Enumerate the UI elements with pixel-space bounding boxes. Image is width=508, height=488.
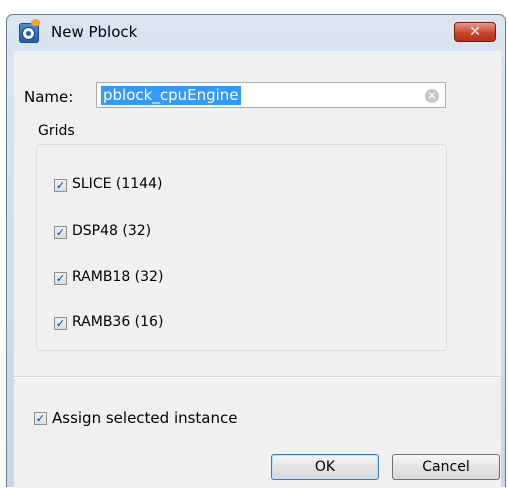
ramb36-checkbox[interactable]: ✓ <box>54 317 67 330</box>
assign-instance-checkbox[interactable]: ✓ <box>34 412 47 425</box>
assign-instance-label[interactable]: Assign selected instance <box>52 409 238 427</box>
checkmark-icon: ✓ <box>55 179 66 192</box>
separator <box>14 376 501 378</box>
dsp48-checkbox[interactable]: ✓ <box>54 226 67 239</box>
slice-checkbox-label[interactable]: SLICE (1144) <box>72 176 162 192</box>
name-input-value: pblock_cpuEngine <box>101 86 241 105</box>
dialog-title: New Pblock <box>51 23 138 41</box>
dsp48-checkbox-label[interactable]: DSP48 (32) <box>72 223 151 239</box>
new-pblock-dialog: New Pblock ✕ Name: pblock_cpuEngine × Gr… <box>6 14 506 488</box>
checkmark-icon: ✓ <box>55 272 66 285</box>
checkmark-icon: ✓ <box>55 226 66 239</box>
close-icon: ✕ <box>469 24 481 40</box>
ramb36-checkbox-label[interactable]: RAMB36 (16) <box>72 314 163 330</box>
dialog-body: Name: pblock_cpuEngine × Grids ✓ SLICE (… <box>14 51 501 488</box>
ramb18-checkbox-label[interactable]: RAMB18 (32) <box>72 269 163 285</box>
name-input[interactable]: pblock_cpuEngine × <box>96 82 446 108</box>
close-button[interactable]: ✕ <box>454 22 496 42</box>
checkmark-icon: ✓ <box>55 317 66 330</box>
slice-checkbox[interactable]: ✓ <box>54 179 67 192</box>
grids-group-label: Grids <box>38 123 75 139</box>
ramb18-checkbox[interactable]: ✓ <box>54 272 67 285</box>
cancel-button[interactable]: Cancel <box>392 454 500 480</box>
grids-group: ✓ SLICE (1144) ✓ DSP48 (32) ✓ RAMB18 (32… <box>36 144 447 351</box>
checkmark-icon: ✓ <box>35 412 46 425</box>
name-label: Name: <box>24 88 74 106</box>
clear-icon[interactable]: × <box>425 89 439 103</box>
title-bar[interactable]: New Pblock ✕ <box>7 15 505 51</box>
vivado-app-icon <box>19 19 40 43</box>
ok-button[interactable]: OK <box>271 454 379 480</box>
